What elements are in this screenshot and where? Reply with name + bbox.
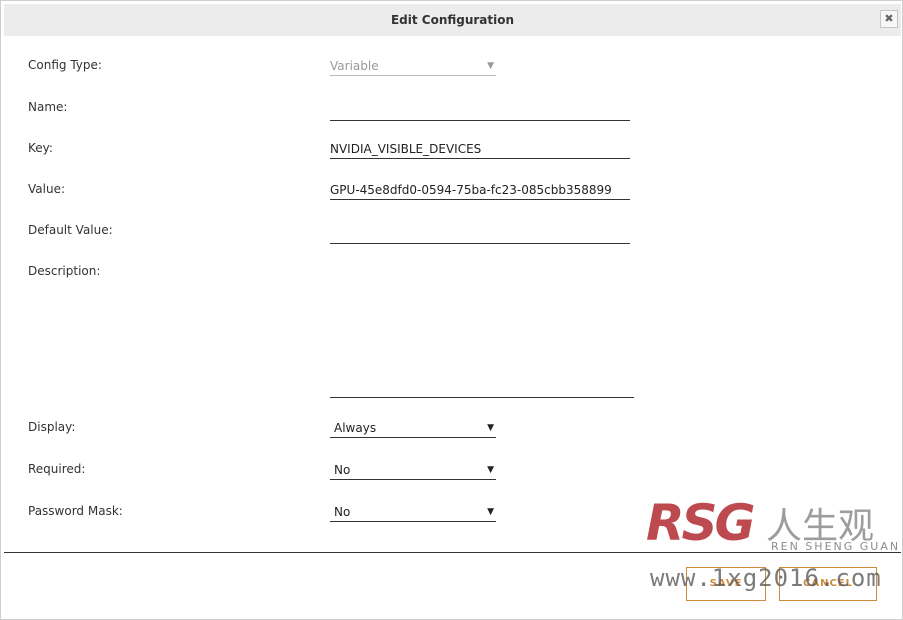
display-label: Display: <box>28 420 76 434</box>
display-select[interactable]: Always ▼ <box>330 418 496 438</box>
value-label: Value: <box>28 182 65 196</box>
chevron-down-icon: ▼ <box>487 423 494 433</box>
cancel-button[interactable]: CANCEL <box>779 567 877 601</box>
required-label: Required: <box>28 462 86 476</box>
default-value-label: Default Value: <box>28 223 113 237</box>
required-value: No <box>334 463 351 477</box>
name-input[interactable] <box>330 101 630 121</box>
password-mask-value: No <box>334 505 351 519</box>
config-type-value: Variable <box>330 59 379 73</box>
dialog-title-bar: Edit Configuration ✖ <box>4 4 901 36</box>
default-value-input[interactable] <box>330 224 630 244</box>
save-button[interactable]: SAVE <box>686 567 766 601</box>
footer-divider <box>4 552 901 553</box>
chevron-down-icon: ▼ <box>487 507 494 517</box>
config-type-select: Variable ▼ <box>330 56 496 76</box>
password-mask-label: Password Mask: <box>28 504 123 518</box>
name-label: Name: <box>28 100 68 114</box>
display-value: Always <box>334 421 377 435</box>
value-value: GPU-45e8dfd0-0594-75ba-fc23-085cbb358899 <box>330 183 612 197</box>
description-textarea[interactable] <box>330 263 634 398</box>
dialog-title: Edit Configuration <box>390 13 515 27</box>
chevron-down-icon: ▼ <box>487 465 494 475</box>
edit-configuration-dialog: Edit Configuration ✖ Config Type: Variab… <box>0 0 903 620</box>
close-icon[interactable]: ✖ <box>880 10 898 28</box>
watermark-chinese: 人生观 <box>766 506 875 547</box>
description-label: Description: <box>28 264 101 278</box>
required-select[interactable]: No ▼ <box>330 460 496 480</box>
key-label: Key: <box>28 141 53 155</box>
value-input[interactable]: GPU-45e8dfd0-0594-75ba-fc23-085cbb358899 <box>330 180 630 200</box>
password-mask-select[interactable]: No ▼ <box>330 502 496 522</box>
key-input[interactable]: NVIDIA_VISIBLE_DEVICES <box>330 139 630 159</box>
watermark-logo: RSG <box>646 494 756 552</box>
key-value: NVIDIA_VISIBLE_DEVICES <box>330 142 482 156</box>
config-type-label: Config Type: <box>28 58 102 72</box>
chevron-down-icon: ▼ <box>487 61 494 71</box>
